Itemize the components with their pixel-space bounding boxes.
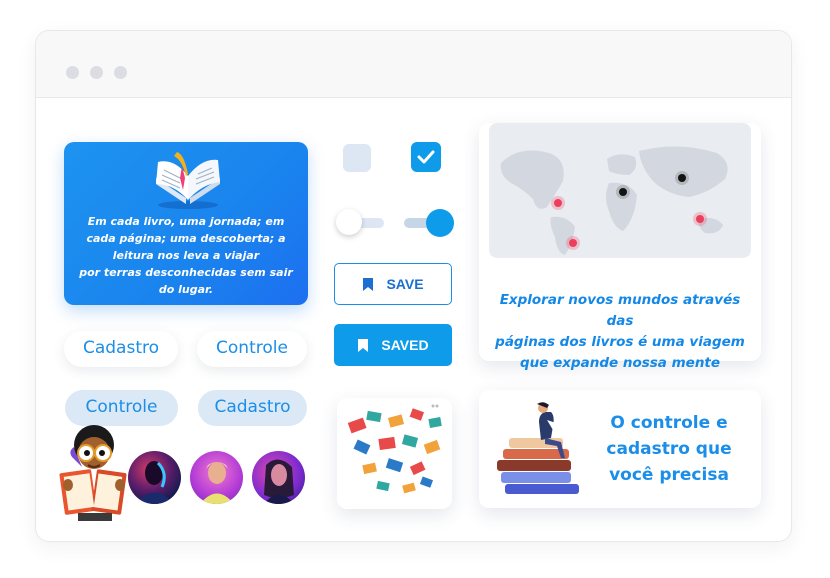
map-card: Explorar novos mundos através das página… — [479, 123, 761, 371]
checkbox-checked[interactable] — [411, 142, 441, 172]
control-text-line: você precisa — [609, 465, 729, 485]
quote-line: cada página; uma descoberta; a — [86, 232, 286, 245]
open-book-icon — [156, 152, 220, 209]
map-caption-line: páginas dos livros é uma viagem — [495, 334, 745, 350]
bookmark-icon — [358, 338, 369, 352]
quote-line: por terras desconhecidas sem sair — [79, 266, 293, 279]
pill-cadastro-secondary[interactable]: Cadastro — [198, 390, 307, 426]
map-pin-red[interactable] — [569, 239, 577, 247]
saved-button-label: SAVED — [381, 337, 429, 353]
quote-line: do lugar. — [158, 283, 214, 296]
window-dot-2[interactable] — [90, 66, 103, 79]
bookmark-icon — [363, 277, 374, 291]
save-button[interactable]: SAVE — [334, 263, 452, 305]
quote-card: Em cada livro, uma jornada; em cada pági… — [64, 142, 308, 305]
checkmark-icon — [417, 150, 435, 164]
save-button-label: SAVE — [386, 276, 424, 292]
map-caption-line: Explorar novos mundos através das — [499, 292, 741, 329]
control-text-line: O controle e — [610, 413, 728, 433]
saved-button[interactable]: SAVED — [334, 324, 452, 366]
window-dot-3[interactable] — [114, 66, 127, 79]
control-text: O controle e cadastro que você precisa — [594, 410, 744, 488]
flying-books-card — [337, 398, 452, 509]
person-icon — [264, 459, 294, 504]
window-dot-1[interactable] — [66, 66, 79, 79]
toggle-knob — [336, 209, 362, 235]
checkbox-unchecked[interactable] — [343, 144, 371, 172]
quote-text: Em cada livro, uma jornada; em cada pági… — [78, 213, 294, 298]
pill-controle-secondary[interactable]: Controle — [65, 390, 178, 426]
toggle-knob — [426, 209, 454, 237]
person-icon — [136, 461, 174, 504]
control-card: O controle e cadastro que você precisa — [479, 390, 761, 508]
person-on-books-illustration — [497, 402, 579, 494]
world-map — [489, 123, 751, 258]
avatar[interactable] — [128, 451, 181, 504]
reading-child-illustration — [59, 425, 127, 521]
map-pin-red[interactable] — [696, 215, 704, 223]
map-pin-black[interactable] — [678, 174, 686, 182]
person-icon — [200, 462, 234, 504]
pill-cadastro[interactable]: Cadastro — [64, 331, 178, 367]
avatar[interactable] — [252, 451, 305, 504]
map-pin-black[interactable] — [619, 188, 627, 196]
browser-window: Em cada livro, uma jornada; em cada pági… — [35, 30, 792, 542]
pill-controle[interactable]: Controle — [197, 331, 307, 367]
toggle-on[interactable] — [402, 209, 454, 237]
window-titlebar — [36, 31, 791, 98]
avatar[interactable] — [190, 451, 243, 504]
flying-books-illustration — [347, 404, 442, 494]
map-caption: Explorar novos mundos através das página… — [489, 290, 751, 374]
control-text-line: cadastro que — [606, 439, 732, 459]
quote-line: leitura nos leva a viajar — [112, 249, 260, 262]
map-pin-red[interactable] — [554, 199, 562, 207]
toggle-off[interactable] — [336, 209, 386, 237]
map-caption-line: que expande nossa mente — [519, 355, 721, 371]
quote-line: Em cada livro, uma jornada; em — [87, 215, 285, 228]
